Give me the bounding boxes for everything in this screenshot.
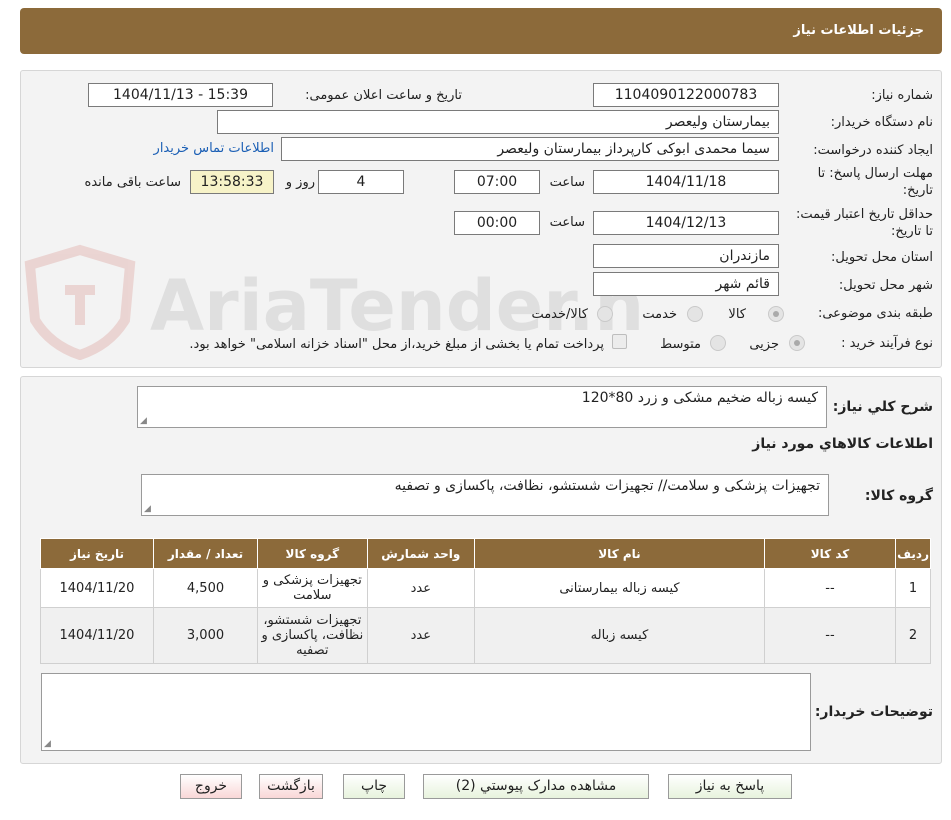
resize-grip-icon: ◢ (44, 739, 51, 749)
process-radio-medium[interactable] (710, 335, 726, 351)
validity-date-field: 1404/12/13 (593, 211, 779, 235)
cell-unit: عدد (366, 568, 476, 608)
col-header-group: گروه کالا (257, 538, 368, 569)
need-number-label: شماره نیاز: (871, 88, 933, 103)
buyer-contact-link[interactable]: اطلاعات تماس خریدار (154, 141, 274, 156)
deadline-time-label: ساعت (549, 175, 585, 190)
deadline-date-field: 1404/11/18 (593, 170, 779, 194)
reply-button[interactable]: پاسخ به نیاز (668, 774, 792, 799)
remaining-time-label: ساعت باقی مانده (84, 175, 181, 190)
buyer-org-label: نام دستگاه خریدار: (830, 115, 933, 130)
table-row: 2 -- کیسه زباله عدد تجهیزات شستشو، نظافت… (40, 607, 931, 664)
goods-group-label: گروه کالا: (864, 488, 933, 504)
announce-field: 1404/11/13 - 15:39 (88, 83, 273, 107)
cell-date: 1404/11/20 (40, 568, 154, 608)
back-button[interactable]: بازگشت (259, 774, 323, 799)
cell-code: -- (763, 607, 897, 664)
resize-grip-icon: ◢ (144, 504, 151, 514)
deadline-label: مهلت ارسال پاسخ: تا تاریخ: (817, 166, 933, 198)
category-radio-service[interactable] (687, 306, 703, 322)
col-header-quantity: تعداد / مقدار (152, 538, 259, 569)
cell-name: کیسه زباله (474, 607, 765, 664)
treasury-payment-note: پرداخت تمام یا بخشی از مبلغ خرید،از محل … (189, 337, 604, 352)
goods-info-title: اطلاعات کالاهاي مورد نياز (752, 436, 933, 452)
category-goods-label: کالا (728, 307, 746, 322)
resize-grip-icon: ◢ (140, 416, 147, 426)
col-header-name: نام کالا (474, 538, 765, 569)
col-header-code: کد کالا (763, 538, 897, 569)
cell-row-number: 1 (895, 568, 931, 608)
need-number-field: 1104090122000783 (593, 83, 779, 107)
validity-time-field: 00:00 (454, 211, 540, 235)
cell-group: تجهیزات پزشکی و سلامت (257, 568, 368, 608)
category-label: طبقه بندی موضوعی: (817, 306, 933, 321)
table-row: 1 -- کیسه زباله بیمارستانی عدد تجهیزات پ… (40, 568, 931, 608)
validity-time-label: ساعت (549, 215, 585, 230)
announce-label: تاریخ و ساعت اعلان عمومی: (305, 88, 462, 103)
process-label: نوع فرآیند خرید : (841, 336, 933, 351)
view-attachments-button[interactable]: مشاهده مدارک پیوستي (2) (423, 774, 649, 799)
days-remaining-field: 4 (318, 170, 404, 194)
deadline-time-field: 07:00 (454, 170, 540, 194)
city-label: شهر محل تحویل: (838, 278, 933, 293)
goods-group-field: تجهیزات پزشکی و سلامت// تجهیزات شستشو، ن… (141, 474, 829, 516)
category-goods-service-label: کالا/خدمت (531, 307, 588, 322)
summary-field: کیسه زباله ضخیم مشکی و زرد 80*120 ◢ (137, 386, 827, 428)
summary-text: کیسه زباله ضخیم مشکی و زرد 80*120 (581, 390, 818, 406)
cell-quantity: 3,000 (152, 607, 259, 664)
page-title: جزئیات اطلاعات نیاز (793, 23, 924, 38)
cell-name: کیسه زباله بیمارستانی (474, 568, 765, 608)
province-label: استان محل تحویل: (831, 250, 933, 265)
page-header: جزئیات اطلاعات نیاز (20, 8, 942, 54)
col-header-row-number: ردیف (895, 538, 931, 569)
category-radio-goods-service[interactable] (597, 306, 613, 322)
city-field: قائم شهر (593, 272, 779, 296)
cell-row-number: 2 (895, 607, 931, 664)
buyer-notes-label: توضیحات خریدار: (814, 704, 933, 720)
requester-field: سیما محمدی ابوکی کارپرداز بیمارستان ولیع… (281, 137, 779, 161)
buyer-notes-field: ◢ (41, 673, 811, 751)
process-radio-minor[interactable] (789, 335, 805, 351)
cell-date: 1404/11/20 (40, 607, 154, 664)
buyer-org-field: بیمارستان ولیعصر (217, 110, 779, 134)
col-header-date: تاریخ نیاز (40, 538, 154, 569)
process-medium-label: متوسط (660, 337, 701, 352)
cell-group: تجهیزات شستشو، نظافت، پاکسازی و تصفیه (257, 607, 368, 664)
cell-unit: عدد (366, 607, 476, 664)
process-minor-label: جزیی (749, 337, 779, 352)
category-radio-goods[interactable] (768, 306, 784, 322)
validity-label: حداقل تاریخ اعتبار قیمت: تا تاریخ: (795, 207, 933, 239)
treasury-payment-checkbox[interactable] (612, 334, 627, 349)
col-header-unit: واحد شمارش (366, 538, 476, 569)
goods-table: ردیف کد کالا نام کالا واحد شمارش گروه کا… (40, 538, 931, 664)
province-field: مازندران (593, 244, 779, 268)
category-service-label: خدمت (642, 307, 677, 322)
exit-button[interactable]: خروج (180, 774, 242, 799)
goods-group-text: تجهیزات پزشکی و سلامت// تجهیزات شستشو، ن… (394, 478, 820, 494)
print-button[interactable]: چاپ (343, 774, 405, 799)
days-label: روز و (285, 175, 315, 190)
remaining-time-field: 13:58:33 (190, 170, 274, 194)
cell-code: -- (763, 568, 897, 608)
requester-label: ایجاد کننده درخواست: (813, 143, 933, 158)
summary-label: شرح کلي نياز: (832, 399, 933, 415)
table-header-row: ردیف کد کالا نام کالا واحد شمارش گروه کا… (40, 538, 931, 569)
cell-quantity: 4,500 (152, 568, 259, 608)
